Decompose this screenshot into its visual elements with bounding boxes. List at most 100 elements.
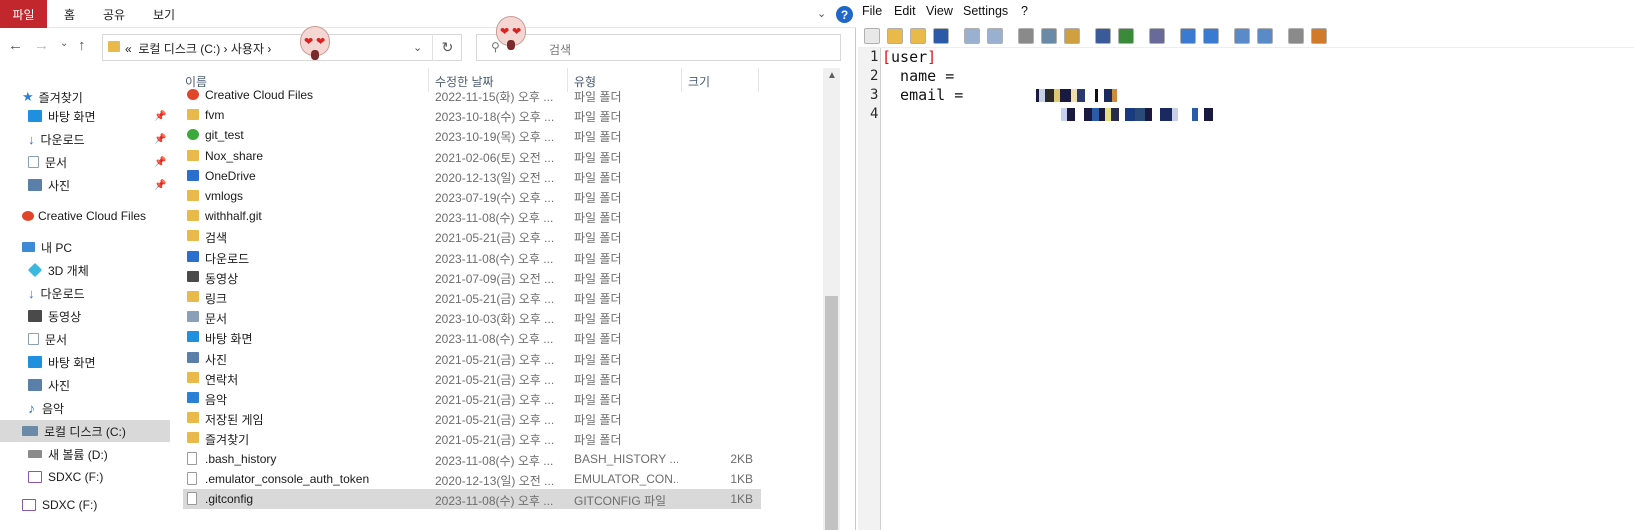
sidebar-item-sdxc-f-root[interactable]: SDXC (F:) — [0, 494, 170, 516]
file-row[interactable]: Creative Cloud Files 2022-11-15(화) 오후 ...… — [183, 85, 761, 105]
menu-file[interactable]: File — [862, 4, 882, 18]
recent-locations-icon[interactable]: ⌄ — [60, 38, 68, 49]
undo-icon[interactable] — [964, 28, 980, 44]
file-row[interactable]: OneDrive 2020-12-13(일) 오전 ... 파일 폴더 — [183, 166, 761, 186]
sidebar-item-documents[interactable]: 문서 📌 — [0, 151, 170, 173]
file-row[interactable]: 링크 2021-05-21(금) 오후 ... 파일 폴더 — [183, 287, 761, 307]
file-row[interactable]: 즐겨찾기 2021-05-21(금) 오후 ... 파일 폴더 — [183, 428, 761, 448]
pin-icon[interactable]: 📌 — [154, 134, 166, 145]
file-name: 바탕 화면 — [205, 332, 253, 347]
file-row[interactable]: .gitconfig 2023-11-08(수) 오후 ... GITCONFIG … — [183, 489, 761, 509]
file-row[interactable]: 동영상 2021-07-09(금) 오전 ... 파일 폴더 — [183, 267, 761, 287]
menu-help[interactable]: ? — [1021, 4, 1028, 18]
paste-icon[interactable] — [1064, 28, 1080, 44]
section-bracket-open: [ — [882, 48, 892, 66]
file-row[interactable]: 문서 2023-10-03(화) 오후 ... 파일 폴더 — [183, 307, 761, 327]
file-row[interactable]: Nox_share 2021-02-06(토) 오전 ... 파일 폴더 — [183, 146, 761, 166]
file-row[interactable]: vmlogs 2023-07-19(수) 오후 ... 파일 폴더 — [183, 186, 761, 206]
file-row[interactable]: 연락처 2021-05-21(금) 오후 ... 파일 폴더 — [183, 368, 761, 388]
pin-icon[interactable]: 📌 — [154, 111, 166, 122]
menu-settings[interactable]: Settings — [963, 4, 1008, 18]
scrollbar-thumb[interactable] — [825, 296, 838, 530]
sidebar-item-downloads-pc[interactable]: ↓ 다운로드 — [0, 282, 170, 304]
sidebar-item-this-pc[interactable]: 내 PC — [0, 236, 170, 258]
menu-view[interactable]: View — [926, 4, 953, 18]
file-type: 파일 폴더 — [574, 292, 622, 306]
navigation-pane: ★ 즐겨찾기 바탕 화면 📌 ↓ 다운로드 📌 문서 📌 사진 📌 Creati… — [0, 86, 170, 530]
file-date: 2021-05-21(금) 오후 ... — [435, 352, 555, 367]
ribbon-expand-icon[interactable]: ⌄ — [817, 7, 826, 20]
sidebar-item-videos[interactable]: 동영상 — [0, 305, 170, 327]
file-row[interactable]: 다운로드 2023-11-08(수) 오후 ... 파일 폴더 — [183, 247, 761, 267]
sidebar-item-music[interactable]: ♪ 음악 — [0, 397, 170, 419]
sidebar-item-3d-objects[interactable]: 3D 개체 — [0, 259, 170, 281]
copy-icon[interactable] — [1041, 28, 1057, 44]
find-icon[interactable] — [1095, 28, 1111, 44]
sidebar-item-label: SDXC (F:) — [42, 498, 98, 512]
sidebar-item-pictures[interactable]: 사진 📌 — [0, 174, 170, 196]
tab-home[interactable]: 홈 — [64, 0, 75, 28]
open-folder-icon[interactable] — [910, 28, 926, 44]
cut-icon[interactable] — [1018, 28, 1034, 44]
music-icon — [187, 392, 199, 403]
save-icon[interactable] — [933, 28, 949, 44]
up-arrow-icon[interactable]: ↑ — [78, 37, 86, 54]
back-arrow-icon[interactable]: ← — [8, 37, 23, 54]
zoom-out-icon[interactable] — [1203, 28, 1219, 44]
run-icon[interactable] — [1288, 28, 1304, 44]
file-row[interactable]: git_test 2023-10-19(목) 오후 ... 파일 폴더 — [183, 125, 761, 145]
file-row[interactable]: 사진 2021-05-21(금) 오후 ... 파일 폴더 — [183, 348, 761, 368]
zoom-in-icon[interactable] — [1180, 28, 1196, 44]
tab-share[interactable]: 공유 — [103, 0, 125, 28]
redo-icon[interactable] — [987, 28, 1003, 44]
new-icon[interactable] — [864, 28, 880, 44]
refresh-icon[interactable]: ↻ — [432, 34, 462, 61]
forward-arrow-icon[interactable]: → — [34, 37, 49, 54]
toolbar — [858, 24, 1634, 48]
search-input[interactable]: ⚲ 검색 — [476, 34, 841, 61]
sidebar-item-creative-cloud[interactable]: Creative Cloud Files — [0, 205, 170, 227]
file-row[interactable]: .emulator_console_auth_token 2020-12-13(일… — [183, 469, 761, 489]
favorites-icon — [187, 432, 199, 444]
sidebar-item-pictures-pc[interactable]: 사진 — [0, 374, 170, 396]
file-row[interactable]: fvm 2023-10-18(수) 오후 ... 파일 폴더 — [183, 105, 761, 125]
sidebar-item-new-volume-d[interactable]: 새 볼륨 (D:) — [0, 443, 170, 465]
file-row[interactable]: 바탕 화면 2023-11-08(수) 오후 ... 파일 폴더 — [183, 327, 761, 347]
print-preview-icon[interactable] — [1149, 28, 1165, 44]
file-size: 1KB — [730, 471, 753, 486]
file-date: 2021-05-21(금) 오후 ... — [435, 231, 555, 246]
file-row[interactable]: .bash_history 2023-11-08(수) 오후 ... BASH_HI… — [183, 449, 761, 469]
open-icon[interactable] — [887, 28, 903, 44]
file-date: 2021-05-21(금) 오후 ... — [435, 433, 555, 448]
sidebar-item-desktop-pc[interactable]: 바탕 화면 — [0, 351, 170, 373]
help-icon[interactable]: ? — [836, 6, 853, 23]
tab-file[interactable]: 파일 — [0, 0, 47, 28]
pin-icon[interactable]: 📌 — [154, 157, 166, 168]
breadcrumb[interactable]: « 로컬 디스크 (C:) › 사용자 › — [125, 40, 271, 57]
chevron-down-icon[interactable]: ⌄ — [413, 41, 422, 54]
tab-view[interactable]: 보기 — [153, 0, 175, 28]
sidebar-item-documents-pc[interactable]: 문서 — [0, 328, 170, 350]
file-row[interactable]: 저장된 게임 2021-05-21(금) 오후 ... 파일 폴더 — [183, 408, 761, 428]
menu-edit[interactable]: Edit — [894, 4, 916, 18]
file-name: withhalf.git — [205, 209, 262, 224]
file-row[interactable]: 음악 2021-05-21(금) 오후 ... 파일 폴더 — [183, 388, 761, 408]
sidebar-item-downloads[interactable]: ↓ 다운로드 📌 — [0, 128, 170, 150]
file-row[interactable]: withhalf.git 2023-11-08(수) 오후 ... 파일 폴더 — [183, 206, 761, 226]
file-name: git_test — [205, 128, 244, 143]
sidebar-item-sdxc-f[interactable]: SDXC (F:) — [0, 466, 170, 488]
window-icon[interactable] — [1234, 28, 1250, 44]
download-icon — [187, 250, 199, 262]
address-bar[interactable]: « 로컬 디스크 (C:) › 사용자 › ⌄ — [102, 34, 462, 61]
video-icon — [28, 310, 42, 322]
sidebar-item-local-disk-c[interactable]: 로컬 디스크 (C:) — [0, 420, 170, 442]
pin-icon[interactable]: 📌 — [154, 180, 166, 191]
replace-icon[interactable] — [1118, 28, 1134, 44]
vertical-scrollbar[interactable]: ▲ — [823, 68, 840, 530]
edit-icon[interactable] — [1257, 28, 1273, 44]
macro-icon[interactable] — [1311, 28, 1327, 44]
scroll-up-icon[interactable]: ▲ — [827, 70, 837, 81]
code-area[interactable]: [user] name = email = — [882, 48, 1628, 530]
file-row[interactable]: 검색 2021-05-21(금) 오후 ... 파일 폴더 — [183, 226, 761, 246]
sidebar-item-desktop[interactable]: 바탕 화면 📌 — [0, 105, 170, 127]
